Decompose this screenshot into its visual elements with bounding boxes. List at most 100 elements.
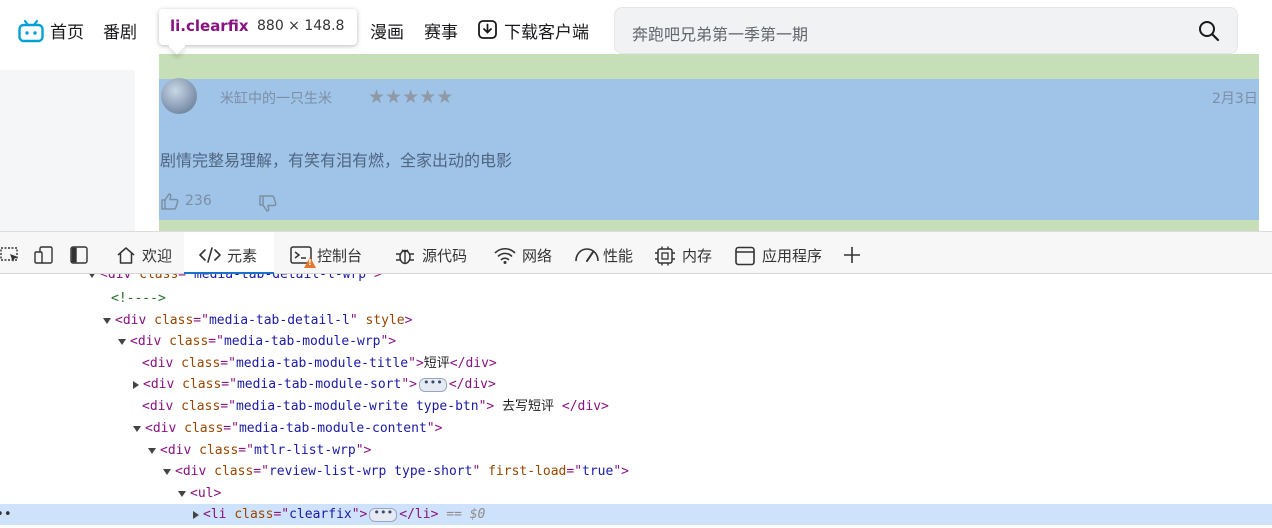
application-window-icon (735, 246, 755, 266)
bilibili-tv-icon[interactable] (18, 19, 44, 43)
dom-token: <!----> (111, 291, 166, 306)
dom-token: mtlr-list-wrp (253, 443, 356, 458)
dom-token: media-tab-detail-l-wrp (193, 274, 367, 282)
dom-node[interactable]: <div class="media-tab-detail-l" style> (0, 310, 1272, 331)
thumb-down-icon[interactable] (258, 194, 278, 213)
dom-token: media-tab-module-write type-btn (235, 399, 479, 414)
nav-bangumi[interactable]: 番剧 (103, 18, 137, 43)
expand-arrow-icon[interactable] (88, 274, 96, 278)
tab-console[interactable]: 控制台 (280, 232, 376, 275)
tab-network[interactable]: 网络 (484, 232, 562, 275)
dom-token: "> (613, 464, 629, 479)
collapsed-content-icon[interactable]: ••• (418, 377, 447, 392)
dom-node[interactable]: <div class="media-tab-module-content"> (0, 418, 1272, 439)
tab-elements[interactable]: 元素 (184, 232, 274, 275)
dom-token: media-tab-module-wrp (223, 334, 381, 349)
nav-match[interactable]: 赛事 (424, 18, 458, 43)
dom-node[interactable]: <div class="mtlr-list-wrp"> (0, 440, 1272, 461)
dom-token: > (404, 313, 413, 328)
dom-token: =" (253, 464, 269, 479)
tab-application-label: 应用程序 (762, 247, 823, 265)
dom-token: </div> (448, 377, 496, 392)
dom-token: <div (130, 334, 170, 349)
expand-arrow-icon[interactable] (118, 338, 126, 345)
dom-token: media-tab-module-title (235, 356, 409, 371)
reviewer-avatar[interactable] (161, 78, 197, 114)
search-icon[interactable] (1197, 19, 1221, 43)
tab-application[interactable]: 应用程序 (728, 232, 832, 275)
dom-token: =" (566, 464, 583, 479)
nav-home[interactable]: 首页 (50, 18, 84, 43)
elements-dom-tree[interactable]: <div class="media-tab-detail-l-wrp"> <!--… (0, 274, 1272, 528)
tab-sources[interactable]: 源代码 (384, 232, 476, 275)
dom-token: <div (160, 443, 200, 458)
tab-sources-label: 源代码 (422, 247, 468, 265)
search-box[interactable]: 奔跑吧兄弟第一季第一期 (614, 7, 1238, 54)
performance-gauge-icon (575, 248, 599, 262)
dom-token: =" (221, 377, 237, 392)
dom-token: review-list-wrp type-short (268, 464, 473, 479)
collapse-arrow-icon[interactable] (193, 510, 199, 519)
dom-token: <div (142, 356, 182, 371)
star-icon: ★ (402, 86, 420, 108)
dom-node[interactable]: <!----> (0, 288, 1272, 309)
nav-download-client[interactable]: 下载客户端 (504, 18, 589, 43)
tab-welcome[interactable]: 欢迎 (106, 232, 184, 275)
reviewer-name[interactable]: 米缸中的一只生米 (220, 88, 332, 108)
dom-node[interactable]: <div class="media-tab-detail-l-wrp"> (0, 274, 1272, 285)
expand-arrow-icon[interactable] (178, 490, 186, 497)
dom-token: true (582, 464, 614, 479)
expand-arrow-icon[interactable] (148, 447, 156, 454)
dom-node[interactable]: <div class="media-tab-module-write type-… (0, 396, 1272, 417)
dom-token: =" (220, 356, 236, 371)
dock-panel-icon[interactable] (70, 246, 88, 264)
dom-token: class (184, 421, 224, 436)
tab-elements-label: 元素 (227, 247, 258, 265)
dom-token: =" (178, 274, 194, 282)
device-emulation-icon[interactable] (34, 246, 54, 264)
add-tab-icon[interactable] (843, 246, 861, 264)
review-text: 剧情完整易理解，有笑有泪有燃，全家出动的电影 (160, 151, 513, 170)
search-input[interactable]: 奔跑吧兄弟第一季第一期 (632, 21, 808, 45)
star-icon: ★ (436, 86, 454, 108)
tab-welcome-label: 欢迎 (142, 247, 173, 265)
dom-token: " (472, 464, 489, 479)
thumb-up-icon[interactable] (160, 192, 180, 211)
row-options-icon[interactable]: •• (0, 504, 12, 525)
dom-token: "> (408, 356, 424, 371)
dom-node[interactable]: <div class="review-list-wrp type-short" … (0, 461, 1272, 482)
dom-node[interactable]: <div class="media-tab-module-wrp"> (0, 331, 1272, 352)
tab-memory[interactable]: 内存 (648, 232, 728, 275)
expand-arrow-icon[interactable] (163, 468, 171, 475)
dom-token: <div (175, 464, 215, 479)
dom-node-selected[interactable]: •• <li class="clearfix">•••</li> == $0 (0, 504, 1272, 525)
expand-arrow-icon[interactable] (103, 317, 111, 324)
nav-manga[interactable]: 漫画 (370, 18, 404, 43)
home-icon (117, 247, 135, 264)
dom-token: <li (203, 507, 235, 522)
tooltip-dimensions: 880 × 148.8 (257, 18, 345, 34)
dom-token: class (234, 507, 274, 522)
tab-performance[interactable]: 性能 (566, 232, 646, 275)
inspect-element-icon[interactable] (0, 246, 20, 264)
wifi-icon (494, 247, 516, 264)
dom-node[interactable]: <div class="media-tab-module-title">短评</… (0, 353, 1272, 374)
bug-icon (396, 249, 414, 265)
dom-token: class (199, 443, 239, 458)
dom-node[interactable]: <div class="media-tab-module-sort"> ••• </… (0, 374, 1272, 395)
tab-memory-label: 内存 (682, 247, 713, 265)
dom-token: <div (115, 313, 155, 328)
dom-token: =" (238, 443, 254, 458)
expand-arrow-icon[interactable] (133, 425, 141, 432)
star-icon: ★ (419, 86, 437, 108)
dom-token: "> (401, 377, 417, 392)
download-icon[interactable] (477, 19, 498, 40)
dom-node[interactable]: <ul> (0, 483, 1272, 504)
dom-token: =" (273, 507, 290, 522)
dom-token: class (182, 377, 222, 392)
dom-token: </div> (449, 356, 497, 371)
dom-token: <div (100, 274, 140, 282)
collapsed-content-icon[interactable]: ••• (369, 507, 398, 522)
like-count: 236 (185, 193, 212, 209)
collapse-arrow-icon[interactable] (133, 380, 139, 389)
